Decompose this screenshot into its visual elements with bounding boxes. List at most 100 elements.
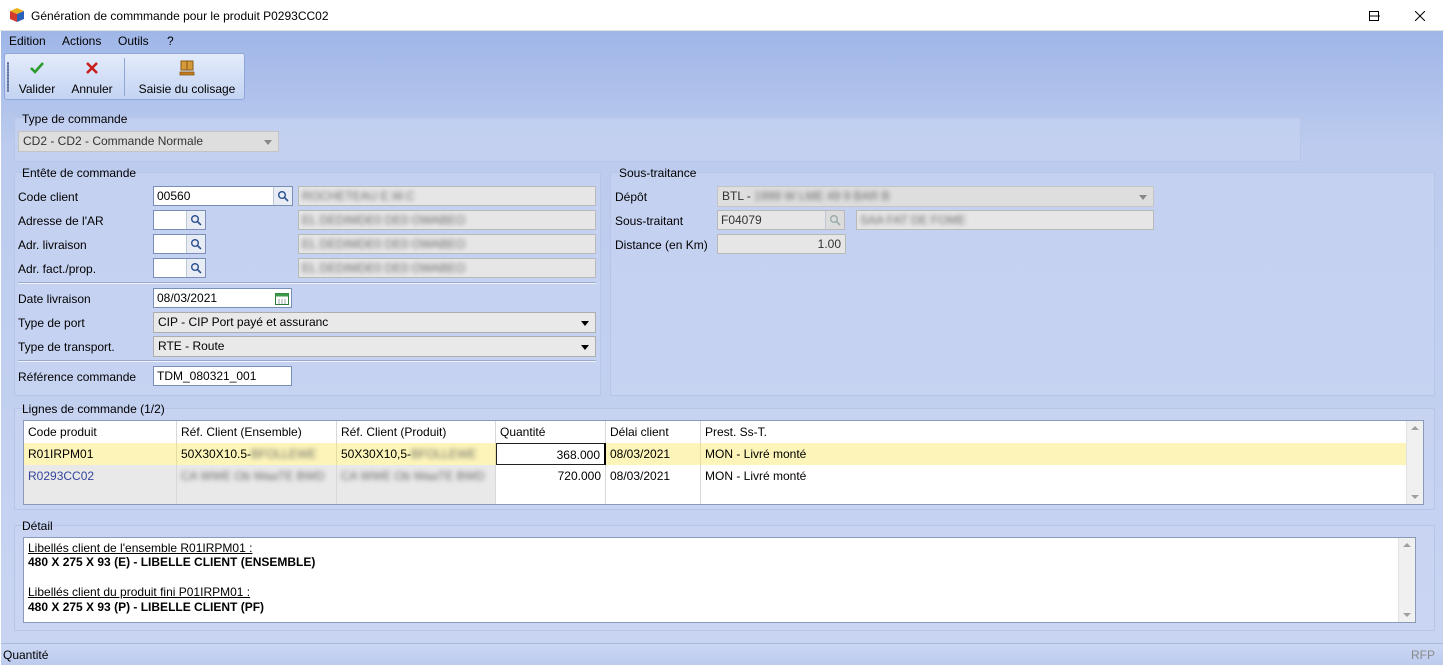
cell-empty[interactable] [337,487,496,504]
delivery-date-value: 08/03/2021 [157,291,218,305]
close-icon [1415,10,1425,21]
scroll-down-icon[interactable] [1403,613,1411,617]
packing-entry-button[interactable]: Saisie du colisage [131,56,243,98]
delivery-address-input[interactable] [153,234,206,254]
scroll-down-icon[interactable] [1411,495,1419,499]
search-icon [191,263,202,274]
ar-address-lookup-button[interactable] [186,211,205,229]
column-header-quantity[interactable]: Quantité [496,421,606,443]
subcontractor-name-value: SAA FAT DE FOME [860,213,966,227]
cell-client-ref-product[interactable]: 50X30X10,5-BFOLLEWE [337,443,496,465]
column-header-client-delay[interactable]: Délai client [606,421,701,443]
cell-subcontract-service[interactable]: MON - Livré monté [701,465,1407,487]
detail-text-area[interactable]: Libellés client de l'ensemble R01IRPM01 … [23,537,1416,623]
cell-empty[interactable] [606,487,701,504]
cell-client-ref-set-hidden: BFOLLEWE [251,447,317,461]
menu-edition[interactable]: Edition [9,34,46,48]
billing-address-input[interactable] [153,258,206,278]
column-header-client-ref-product[interactable]: Réf. Client (Produit) [337,421,496,443]
cell-client-ref-product[interactable]: CA WWE Ob WaaTE BWD [337,465,496,487]
divider [18,360,596,362]
chevron-down-icon [581,321,589,326]
order-type-title: Type de commande [22,112,128,126]
detail-set-text: 480 X 275 X 93 (E) - LIBELLE CLIENT (ENS… [28,555,316,569]
ar-address-desc-field: EL DEDIMDE0 DE0 OWABEO [298,210,596,230]
menu-actions[interactable]: Actions [62,34,101,48]
chevron-down-icon [1139,195,1147,200]
cell-client-delay[interactable]: 08/03/2021 [606,443,701,465]
client-name-value: ROCHETEAU E.W.C [302,189,415,203]
cell-client-ref-set[interactable]: 50X30X10.5-BFOLLEWE [177,443,337,465]
port-type-select[interactable]: CIP - CIP Port payé et assuranc [153,312,596,333]
menu-outils[interactable]: Outils [118,34,149,48]
maximize-button[interactable] [1351,0,1397,31]
detail-set-heading: Libellés client de l'ensemble R01IRPM01 … [28,541,253,555]
scroll-up-icon[interactable] [1411,426,1419,430]
detail-title: Détail [22,519,53,533]
menu-help[interactable]: ? [167,34,174,48]
cell-empty[interactable] [177,487,337,504]
depot-label: Dépôt [615,190,648,204]
client-code-label: Code client [18,190,79,204]
column-header-client-ref-set[interactable]: Réf. Client (Ensemble) [177,421,337,443]
chevron-down-icon [581,345,589,350]
status-bar: Quantité RFP [1,643,1443,665]
cancel-button[interactable]: Annuler [67,56,117,98]
column-header-subcontract-service[interactable]: Prest. Ss-T. [701,421,1407,443]
detail-scrollbar[interactable] [1398,538,1415,622]
order-lines-table: Code produit Réf. Client (Ensemble) Réf.… [23,420,1424,505]
depot-value: BTL - [722,189,755,203]
cell-client-ref-product-text: 50X30X10,5- [341,447,412,461]
cell-empty[interactable] [701,487,1407,504]
search-icon [830,215,841,226]
cell-client-ref-set[interactable]: CA WWE Ob WaaTE BWD [177,465,337,487]
subcontractor-label: Sous-traitant [615,214,684,228]
depot-hidden-value: 1999 W LME 49 9 BAR B [754,189,890,203]
order-lines-scrollbar[interactable] [1406,421,1423,504]
delivery-date-input[interactable]: 08/03/2021 [153,288,292,308]
cell-client-delay[interactable]: 08/03/2021 [606,465,701,487]
validate-button[interactable]: Valider [14,56,60,98]
distance-value: 1.00 [817,237,841,251]
divider [18,282,596,284]
toolbar-separator [124,58,125,96]
cell-empty[interactable] [24,487,177,504]
date-picker-button[interactable] [272,289,291,307]
search-icon [191,215,202,226]
billing-address-desc-value: EL DEDIMDE0 DE0 OWABEO [302,261,466,275]
client-code-value: 00560 [157,189,191,203]
billing-address-lookup-button[interactable] [186,259,205,277]
client-code-input[interactable]: 00560 [153,186,293,206]
transport-type-select[interactable]: RTE - Route [153,336,596,357]
cell-client-ref-set-hidden: CA WWE Ob WaaTE BWD [181,469,325,483]
ar-address-input[interactable] [153,210,206,230]
billing-address-label: Adr. fact./prop. [18,262,97,276]
scroll-up-icon[interactable] [1403,543,1411,547]
subcontractor-code-value: F04079 [721,213,762,227]
cancel-label: Annuler [71,82,113,96]
port-type-value: CIP - CIP Port payé et assuranc [158,315,329,329]
close-window-button[interactable] [1397,0,1443,31]
ar-address-label: Adresse de l'AR [18,214,104,228]
detail-product-text: 480 X 275 X 93 (P) - LIBELLE CLIENT (PF) [28,600,265,614]
cell-client-ref-product-hidden: BFOLLEWE [411,447,477,461]
order-ref-input[interactable]: TDM_080321_001 [153,366,292,386]
checkmark-icon [30,62,44,74]
cell-quantity-editing[interactable]: 368.000 [496,443,606,465]
title-bar: Génération de commmande pour le produit … [0,0,1444,31]
search-icon [191,239,202,250]
delivery-address-lookup-button[interactable] [186,235,205,253]
cell-subcontract-service[interactable]: MON - Livré monté [701,443,1407,465]
order-type-select[interactable]: CD2 - CD2 - Commande Normale [18,131,279,152]
cell-quantity[interactable]: 720.000 [496,465,606,487]
distance-label: Distance (en Km) [615,238,708,252]
column-header-product-code[interactable]: Code produit [24,421,177,443]
toolbar-grip[interactable] [7,62,9,92]
client-lookup-button[interactable] [273,187,292,205]
depot-select[interactable]: BTL - 1999 W LME 49 9 BAR B [717,186,1154,207]
cell-empty[interactable] [496,487,606,504]
cell-product-code[interactable]: R0293CC02 [24,465,177,487]
delivery-address-desc-field: EL DEDIMDE0 DE0 OWABEO [298,234,596,254]
packing-entry-label: Saisie du colisage [138,82,236,96]
cell-product-code[interactable]: R01IRPM01 [24,443,177,465]
